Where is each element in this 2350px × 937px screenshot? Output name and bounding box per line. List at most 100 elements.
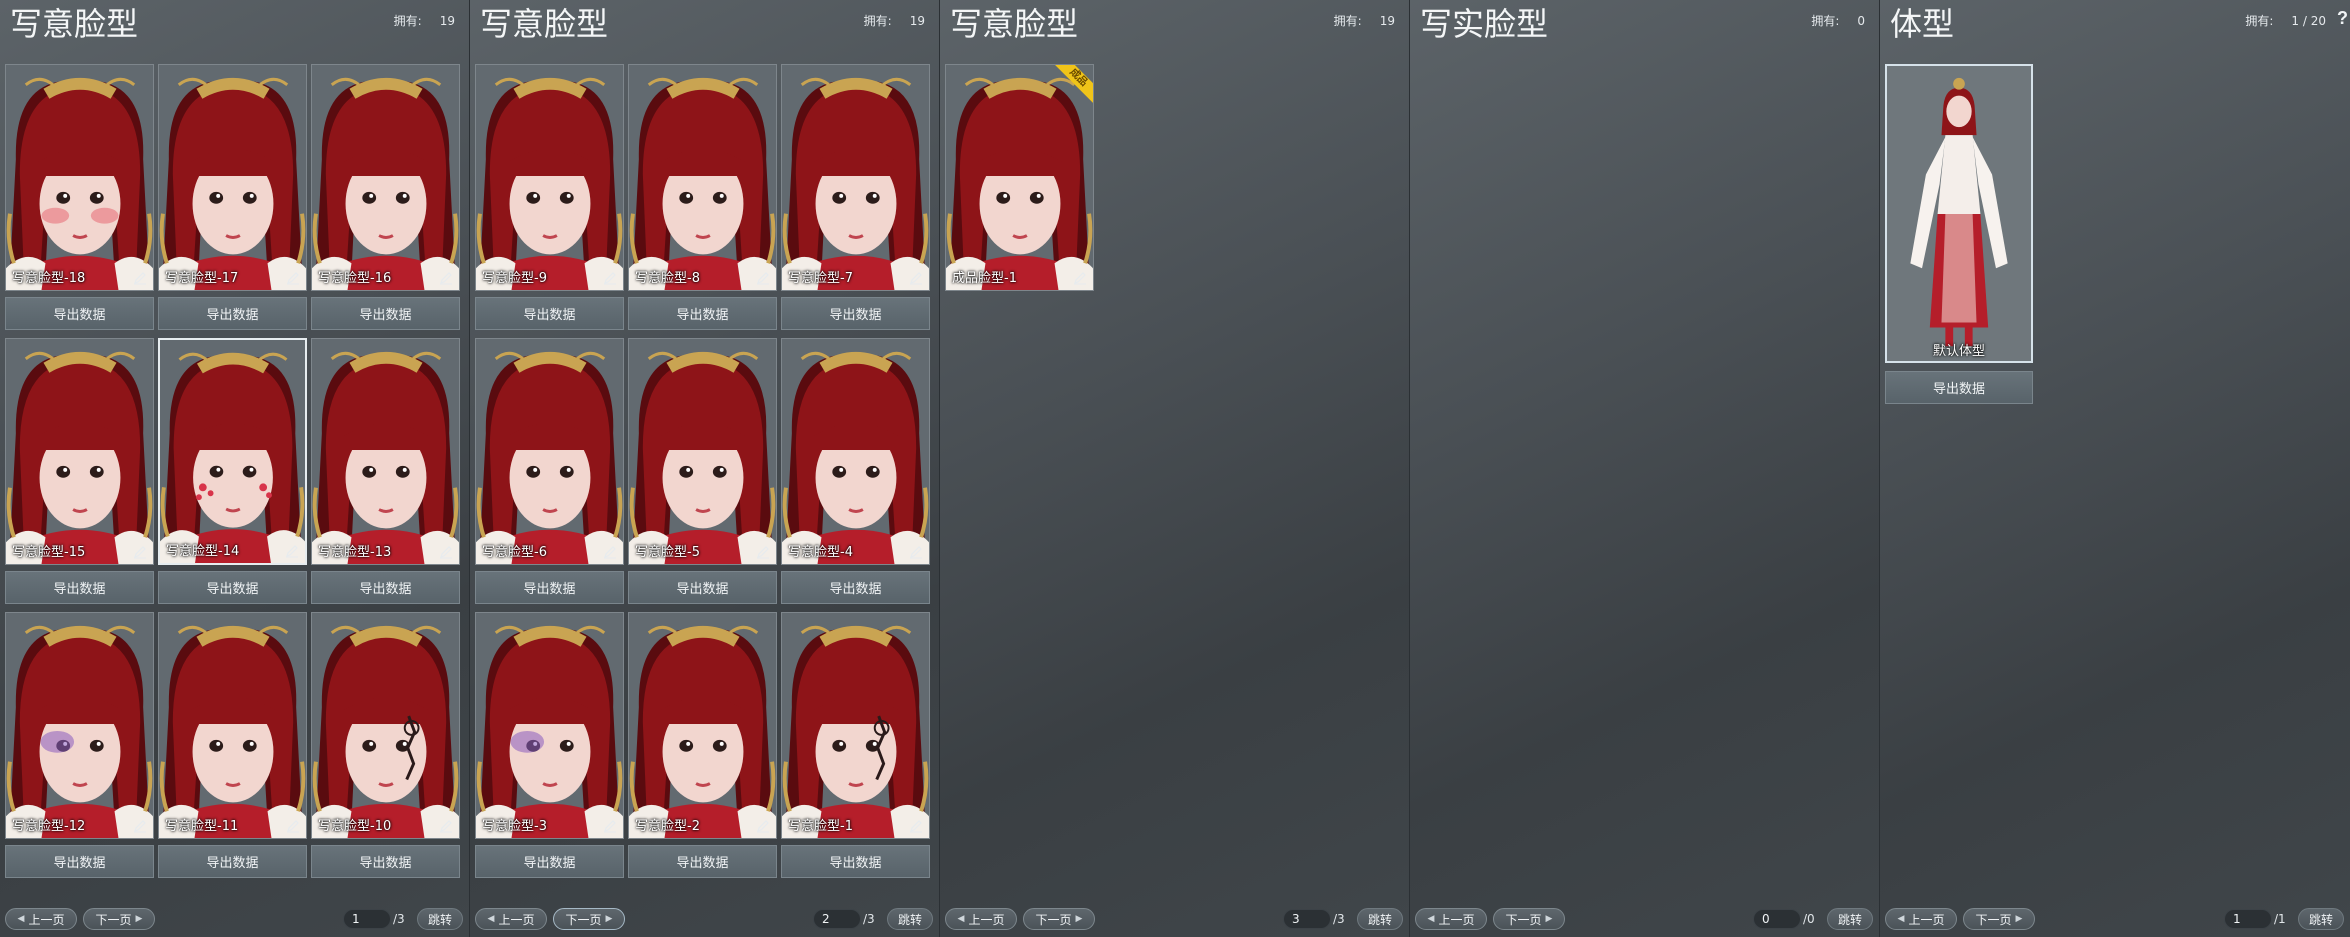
face-thumbnail[interactable]: 写意脸型-18 — [5, 64, 154, 291]
next-page-button[interactable]: 下一页 ▶ — [83, 908, 155, 930]
export-data-button[interactable]: 导出数据 — [5, 297, 154, 330]
pencil-icon[interactable] — [1072, 270, 1088, 286]
export-data-button[interactable]: 导出数据 — [475, 845, 624, 878]
export-data-button[interactable]: 导出数据 — [628, 845, 777, 878]
face-label: 成品脸型-1 — [952, 271, 1017, 286]
face-thumbnail[interactable]: 写意脸型-16 — [311, 64, 460, 291]
export-data-button[interactable]: 导出数据 — [5, 845, 154, 878]
pencil-icon[interactable] — [755, 818, 771, 834]
face-thumbnail[interactable]: 写意脸型-5 — [628, 338, 777, 565]
pencil-icon[interactable] — [755, 270, 771, 286]
next-page-button[interactable]: 下一页 ▶ — [553, 908, 625, 930]
pencil-icon[interactable] — [132, 544, 148, 560]
export-data-button[interactable]: 导出数据 — [158, 297, 307, 330]
pencil-icon[interactable] — [908, 544, 924, 560]
chevron-left-icon: ◀ — [17, 914, 25, 924]
export-data-button[interactable]: 导出数据 — [5, 571, 154, 604]
pencil-icon[interactable] — [438, 270, 454, 286]
face-thumbnail[interactable]: 写意脸型-6 — [475, 338, 624, 565]
page-number-input[interactable]: 1 — [343, 909, 391, 929]
pencil-icon[interactable] — [284, 543, 300, 559]
prev-page-label: 上一页 — [28, 912, 65, 927]
panel-title: 写意脸型 — [480, 5, 609, 43]
owned-value: 19 — [909, 14, 925, 28]
face-label: 写意脸型-16 — [318, 271, 392, 286]
face-thumbnail[interactable]: 写意脸型-10 — [311, 612, 460, 839]
export-data-button[interactable]: 导出数据 — [781, 845, 930, 878]
face-thumbnail[interactable]: 写意脸型-3 — [475, 612, 624, 839]
next-page-button[interactable]: 下一页 ▶ — [1963, 908, 2035, 930]
question-icon[interactable]: ? — [2337, 8, 2348, 29]
next-page-button[interactable]: 下一页 ▶ — [1493, 908, 1565, 930]
face-thumbnail[interactable]: 写意脸型-14 — [158, 338, 307, 565]
panel-1: 写意脸型 拥有: 19 写意脸型-18 导出数据 写意脸型-17 导出数据 写意脸型-16 导出… — [0, 0, 470, 937]
face-thumbnail[interactable]: 写意脸型-12 — [5, 612, 154, 839]
export-data-button[interactable]: 导出数据 — [311, 571, 460, 604]
page-total: /3 — [1333, 912, 1345, 926]
body-thumbnail[interactable]: 默认体型 — [1885, 64, 2033, 363]
pencil-icon[interactable] — [132, 818, 148, 834]
face-thumbnail[interactable]: 写意脸型-4 — [781, 338, 930, 565]
pencil-icon[interactable] — [602, 544, 618, 560]
export-data-button[interactable]: 导出数据 — [311, 297, 460, 330]
export-data-button[interactable]: 导出数据 — [781, 571, 930, 604]
pencil-icon[interactable] — [755, 544, 771, 560]
pagination: ◀ 上一页 下一页 ▶ 0/0 跳转 — [1415, 907, 1873, 931]
pencil-icon[interactable] — [908, 270, 924, 286]
next-page-button[interactable]: 下一页 ▶ — [1023, 908, 1095, 930]
pencil-icon[interactable] — [132, 270, 148, 286]
jump-button[interactable]: 跳转 — [887, 908, 933, 930]
export-data-button[interactable]: 导出数据 — [628, 297, 777, 330]
export-data-button[interactable]: 导出数据 — [158, 571, 307, 604]
prev-page-button[interactable]: ◀ 上一页 — [1885, 908, 1957, 930]
prev-page-button[interactable]: ◀ 上一页 — [1415, 908, 1487, 930]
pencil-icon[interactable] — [438, 818, 454, 834]
jump-button[interactable]: 跳转 — [1827, 908, 1873, 930]
face-thumbnail[interactable]: 写意脸型-17 — [158, 64, 307, 291]
export-data-button[interactable]: 导出数据 — [628, 571, 777, 604]
pencil-icon[interactable] — [285, 818, 301, 834]
chevron-right-icon: ▶ — [2015, 914, 2023, 924]
face-label: 写意脸型-15 — [12, 545, 86, 560]
export-data-button[interactable]: 导出数据 — [475, 297, 624, 330]
face-thumbnail[interactable]: 写意脸型-7 — [781, 64, 930, 291]
export-data-button[interactable]: 导出数据 — [475, 571, 624, 604]
face-thumbnail[interactable]: 写意脸型-15 — [5, 338, 154, 565]
face-label: 写意脸型-13 — [318, 545, 392, 560]
face-thumbnail[interactable]: 写意脸型-8 — [628, 64, 777, 291]
face-thumbnail[interactable]: 写意脸型-13 — [311, 338, 460, 565]
owned-count: 拥有: 19 — [864, 12, 925, 29]
pencil-icon[interactable] — [285, 270, 301, 286]
face-card: 写意脸型-10 导出数据 — [311, 612, 460, 878]
owned-label: 拥有: — [863, 14, 892, 28]
pencil-icon[interactable] — [602, 270, 618, 286]
export-data-button[interactable]: 导出数据 — [781, 297, 930, 330]
face-portrait — [6, 339, 153, 564]
pencil-icon[interactable] — [438, 544, 454, 560]
page-number-input[interactable]: 3 — [1283, 909, 1331, 929]
jump-button[interactable]: 跳转 — [417, 908, 463, 930]
face-thumbnail[interactable]: 写意脸型-11 — [158, 612, 307, 839]
face-label: 写意脸型-3 — [482, 819, 547, 834]
face-portrait — [476, 613, 623, 838]
jump-button[interactable]: 跳转 — [2298, 908, 2344, 930]
prev-page-label: 上一页 — [1438, 912, 1475, 927]
prev-page-button[interactable]: ◀ 上一页 — [945, 908, 1017, 930]
export-data-button[interactable]: 导出数据 — [158, 845, 307, 878]
face-thumbnail[interactable]: 写意脸型-9 — [475, 64, 624, 291]
face-thumbnail[interactable]: 写意脸型-1 — [781, 612, 930, 839]
next-page-label: 下一页 — [1505, 912, 1542, 927]
export-data-button[interactable]: 导出数据 — [311, 845, 460, 878]
pencil-icon[interactable] — [908, 818, 924, 834]
page-number-input[interactable]: 1 — [2224, 909, 2272, 929]
jump-button[interactable]: 跳转 — [1357, 908, 1403, 930]
prev-page-button[interactable]: ◀ 上一页 — [5, 908, 77, 930]
pencil-icon[interactable] — [602, 818, 618, 834]
prev-page-button[interactable]: ◀ 上一页 — [475, 908, 547, 930]
face-thumbnail[interactable]: 写意脸型-2 — [628, 612, 777, 839]
page-number-input[interactable]: 2 — [813, 909, 861, 929]
export-data-button[interactable]: 导出数据 — [1885, 371, 2033, 404]
face-thumbnail[interactable]: 成品脸型-1 成品 — [945, 64, 1094, 291]
page-number-input[interactable]: 0 — [1753, 909, 1801, 929]
face-card: 写意脸型-18 导出数据 — [5, 64, 154, 330]
